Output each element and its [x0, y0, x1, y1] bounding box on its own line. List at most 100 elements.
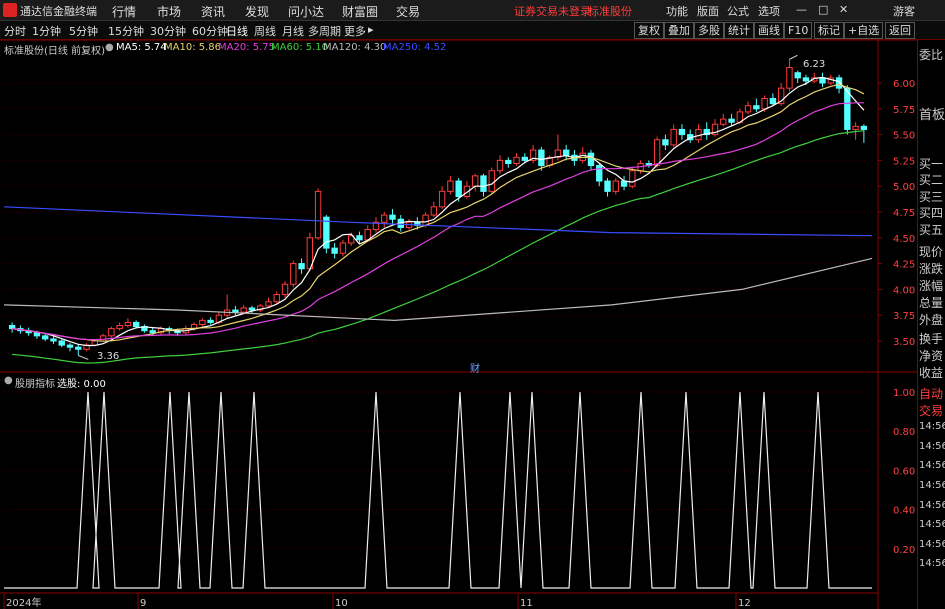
tick-time: 14:56: [919, 558, 945, 569]
panel-auto[interactable]: 自动: [919, 385, 943, 402]
tick-time: 14:56: [919, 460, 945, 471]
chart-title: 标准股份(日线 前复权): [4, 46, 105, 57]
time-axis-label: 9: [140, 598, 146, 609]
tick-time: 14:56: [919, 519, 945, 530]
candle-body: [381, 214, 388, 223]
finance-marker-icon[interactable]: 财: [470, 360, 480, 375]
panel-mai5: 买五: [919, 223, 944, 237]
candle-body: [248, 307, 256, 311]
candle-body: [281, 283, 289, 296]
tick-time: 14:56: [919, 500, 945, 511]
candle-body: [199, 319, 206, 325]
tick-time: 14:56: [919, 539, 945, 550]
panel-mai2: 买二: [919, 173, 944, 187]
candle-body: [116, 325, 123, 330]
tick-time: 14:56: [919, 421, 945, 432]
low-price-label: 3.36: [97, 351, 120, 362]
candle-body: [819, 77, 826, 84]
candle-body: [596, 165, 603, 182]
indicator-axis-label: 0.60: [893, 466, 915, 477]
candle-body: [562, 149, 570, 156]
candle-body: [356, 235, 363, 241]
indicator-axis-label: 0.80: [893, 427, 915, 438]
ma20-line: [12, 102, 864, 341]
panel-zhangfu: 涨幅: [919, 279, 944, 293]
candle-body: [505, 159, 512, 164]
candle-body: [207, 319, 214, 323]
candle-body: [521, 156, 529, 161]
candle-body: [653, 139, 661, 167]
panel-jingzi: 净资: [919, 349, 944, 363]
candle-body: [670, 128, 677, 146]
candle-body: [629, 170, 636, 187]
price-axis-label: 4.75: [893, 208, 915, 219]
axis-labels: 6.00 5.75 5.50 5.25 5.00 4.75 4.50 4.25 4.00 3.75…: [3, 79, 915, 609]
price-axis-label: 6.00: [893, 79, 915, 90]
candle-body: [802, 77, 810, 82]
candle-body: [389, 214, 396, 220]
panel-shouban: 首板: [919, 108, 945, 123]
ma5-line: [12, 76, 865, 347]
candle-body: [149, 330, 156, 334]
price-axis-label: 5.75: [893, 105, 915, 116]
candle-body: [472, 175, 479, 187]
ma120-line: [3, 257, 873, 322]
panel-zhangdie: 涨跌: [919, 262, 944, 276]
candle-body: [339, 242, 347, 254]
candle-body: [438, 190, 446, 208]
candle-body: [331, 247, 338, 254]
indicator-value: 选股: 0.00: [57, 379, 106, 390]
time-axis-label: 10: [335, 598, 348, 609]
candle-body: [480, 175, 487, 192]
candle-body: [794, 72, 801, 79]
candle-body: [744, 105, 752, 113]
price-axis-label: 4.50: [893, 234, 915, 245]
time-axis-label: 11: [520, 598, 533, 609]
candle-body: [753, 105, 760, 110]
price-axis-label: 5.00: [893, 182, 915, 193]
low-marker-line: [78, 354, 89, 360]
candle-body: [604, 180, 611, 192]
legend-toggle-icon[interactable]: ●: [105, 42, 114, 53]
candle-body: [678, 128, 686, 136]
candle-body: [538, 149, 545, 167]
candle-body: [265, 301, 272, 307]
candle-body: [50, 338, 57, 342]
candle-body: [513, 156, 520, 164]
indicator-axis-label: 1.00: [893, 388, 915, 399]
tick-time: 14:56: [919, 480, 945, 491]
legend-ma250: MA250: 4.52: [383, 42, 447, 53]
candle-body: [587, 152, 595, 167]
panel-weibi: 委比: [919, 48, 944, 62]
indicator-title: 股朋指标: [15, 379, 55, 390]
candle-body: [75, 346, 82, 350]
candle-body: [273, 294, 280, 303]
panel-shouyi: 收益: [919, 366, 944, 380]
high-price-label: 6.23: [803, 59, 826, 70]
candle-body: [728, 118, 735, 123]
legend-ma60: MA60: 5.10: [271, 42, 329, 53]
panel-zongliang: 总量: [919, 296, 944, 310]
panel-xianjia: 现价: [919, 245, 944, 259]
time-axis-label: 2024年: [6, 596, 41, 609]
panel-waipan: 外盘: [919, 313, 944, 327]
chart-grid: [0, 39, 945, 609]
time-axis-label: 12: [738, 598, 751, 609]
candle-body: [447, 180, 454, 192]
candle-body: [720, 118, 727, 125]
indicator-series: [4, 391, 872, 589]
indicator-axis-label: 0.20: [893, 545, 915, 556]
candlestick-series: [8, 59, 868, 356]
panel-trade[interactable]: 交易: [919, 402, 943, 419]
candle-body: [108, 328, 115, 337]
candle-body: [42, 335, 49, 340]
indicator-toggle-icon[interactable]: ●: [4, 375, 13, 386]
candle-body: [662, 139, 669, 146]
price-axis-label: 3.75: [893, 311, 915, 322]
candle-body: [66, 344, 74, 348]
candle-body: [612, 180, 619, 192]
chart-canvas[interactable]: 6.00 5.75 5.50 5.25 5.00 4.75 4.50 4.25 4.00 3.75…: [0, 0, 945, 609]
candle-body: [124, 321, 132, 327]
candle-body: [496, 159, 504, 172]
price-axis-label: 3.50: [893, 337, 915, 348]
